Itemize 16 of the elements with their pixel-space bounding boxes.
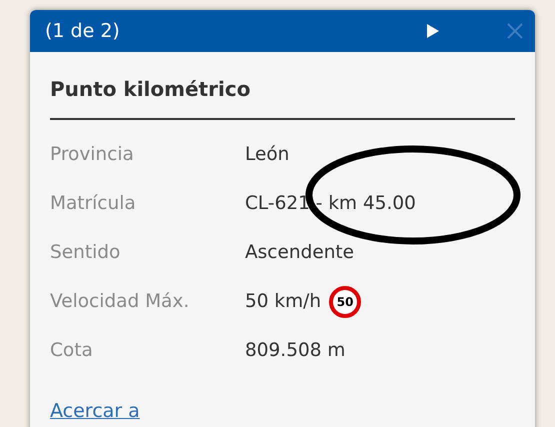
field-label: Provincia — [50, 142, 135, 167]
field-value: 809.508 m — [245, 338, 346, 363]
field-value: 50 km/h — [245, 290, 322, 314]
play-icon — [426, 23, 440, 39]
speed-limit-sign: 50 — [329, 286, 362, 318]
field-label: Matrícula — [50, 192, 137, 216]
popup-heading: Punto kilométrico — [50, 74, 515, 120]
field-label: Cota — [50, 338, 94, 363]
close-icon — [506, 22, 524, 40]
field-label: Velocidad Máx. — [50, 290, 190, 314]
zoom-to-link[interactable]: Acercar a — [50, 397, 140, 426]
field-value: Ascendente — [245, 240, 354, 265]
field-label: Sentido — [50, 240, 122, 265]
field-value: CL-621 - km 45.00 — [245, 192, 416, 216]
field-value: León — [245, 142, 290, 167]
popup-title: (1 de 2) — [45, 18, 121, 44]
